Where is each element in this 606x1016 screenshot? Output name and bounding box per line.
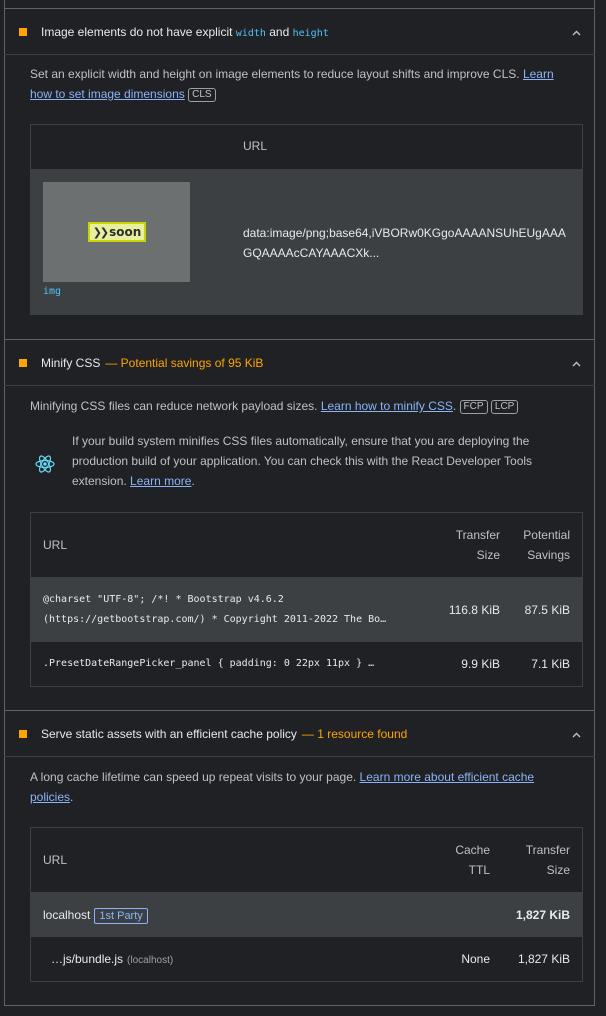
resource-url[interactable]: …js/bundle.js (localhost): [51, 949, 173, 971]
savings-text: — Potential savings of 95 KiB: [105, 355, 264, 370]
column-header-transfer-size: Transfer Size: [455, 528, 500, 562]
table-row: ❯❯ soon img data:image/png;base64,iVBORw…: [31, 170, 582, 315]
cache-ttl: None: [461, 952, 490, 966]
react-icon: [34, 453, 56, 475]
details-table: URL ❯❯ soon img data:image/png;base64,iV…: [30, 124, 583, 315]
warning-marker-icon: [19, 27, 27, 36]
learn-more-link-cont[interactable]: policies: [30, 790, 70, 804]
tip-text: If your build system minifies CSS files …: [72, 434, 533, 488]
metric-badge-fcp: FCP: [459, 400, 488, 414]
entity-group-row: localhost 1st Party 1,827 KiB: [31, 893, 582, 937]
resource-host: (localhost): [127, 955, 174, 966]
table-header: URL: [31, 125, 582, 170]
audit-header[interactable]: Minify CSS — Potential savings of 95 KiB: [4, 340, 595, 386]
image-thumbnail: ❯❯ soon: [43, 182, 190, 282]
column-header-url: URL: [43, 538, 68, 552]
table-row: .PresetDateRangePicker_panel { padding: …: [31, 642, 582, 686]
metric-badge-cls: CLS: [188, 88, 216, 102]
warning-marker-icon: [19, 358, 27, 367]
url-line-1: .PresetDateRangePicker_panel { padding: …: [43, 658, 375, 669]
audit-description: Minifying CSS files can reduce network p…: [30, 396, 570, 416]
url-line-1: @charset "UTF-8"; /*! * Bootstrap v4.6.2: [43, 594, 284, 605]
learn-more-link[interactable]: Learn how to minify CSS: [321, 399, 453, 413]
transfer-size: 9.9 KiB: [461, 657, 500, 671]
audit-minify-css: Minify CSS — Potential savings of 95 KiB …: [4, 339, 595, 710]
url-line-1: data:image/png;base64,iVBORw0KGgoAAAANSU…: [243, 226, 566, 240]
tip-learn-more-link[interactable]: Learn more: [130, 474, 191, 488]
audit-description: Set an explicit width and height on imag…: [30, 67, 554, 102]
entity-size: 1,827 KiB: [515, 908, 570, 922]
potential-savings: 87.5 KiB: [524, 603, 570, 617]
audit-description: A long cache lifetime can speed up repea…: [30, 770, 535, 804]
chevron-up-icon[interactable]: [572, 30, 581, 39]
audit-header[interactable]: Image elements do not have explicit widt…: [4, 9, 595, 55]
node-tag[interactable]: img: [43, 282, 61, 302]
potential-savings: 7.1 KiB: [531, 657, 570, 671]
audit-title: Image elements do not have explicit widt…: [41, 24, 329, 39]
details-table: URL Transfer Size Potential Savings @cha…: [30, 512, 583, 687]
metric-badge-lcp: LCP: [490, 400, 519, 414]
stack-pack-tip: If your build system minifies CSS files …: [30, 431, 570, 493]
table-header: URL Cache TTL Transfer Size: [31, 828, 582, 893]
learn-more-link[interactable]: Learn more about efficient cache: [360, 770, 535, 784]
column-header-potential-savings: Potential Savings: [523, 528, 570, 562]
entity-name: localhost 1st Party: [43, 905, 148, 925]
column-header-url: URL: [43, 853, 68, 867]
savings-text: — 1 resource found: [301, 726, 408, 741]
chevron-up-icon[interactable]: [572, 361, 581, 370]
transfer-size: 1,827 KiB: [517, 952, 570, 966]
audit-image-dimensions: Image elements do not have explicit widt…: [4, 8, 595, 339]
table-header: URL Transfer Size Potential Savings: [31, 513, 582, 578]
column-header-cache-ttl: Cache TTL: [455, 843, 490, 877]
audit-title: Serve static assets with an efficient ca…: [41, 726, 408, 741]
chevron-up-icon[interactable]: [572, 732, 581, 741]
column-header-transfer-size: Transfer Size: [525, 843, 570, 877]
column-header-url: URL: [243, 139, 268, 153]
soon-logo: ❯❯ soon: [88, 222, 146, 242]
url-line-2: GQAAAAcCAYAAACXk...: [243, 246, 380, 260]
logo-mark-icon: ❯❯: [92, 225, 110, 239]
table-row: @charset "UTF-8"; /*! * Bootstrap v4.6.2…: [31, 578, 582, 642]
audit-header[interactable]: Serve static assets with an efficient ca…: [4, 711, 595, 757]
url-line-2: (https://getbootstrap.com/) * Copyright …: [43, 614, 387, 625]
warning-marker-icon: [19, 729, 27, 738]
audit-title: Minify CSS — Potential savings of 95 KiB: [41, 355, 264, 370]
audit-cache-policy: Serve static assets with an efficient ca…: [4, 710, 595, 1006]
transfer-size: 116.8 KiB: [448, 603, 500, 617]
details-table: URL Cache TTL Transfer Size localhost 1st…: [30, 827, 583, 982]
table-row: …js/bundle.js (localhost) None 1,827 KiB: [31, 937, 582, 981]
first-party-badge: 1st Party: [94, 908, 148, 924]
